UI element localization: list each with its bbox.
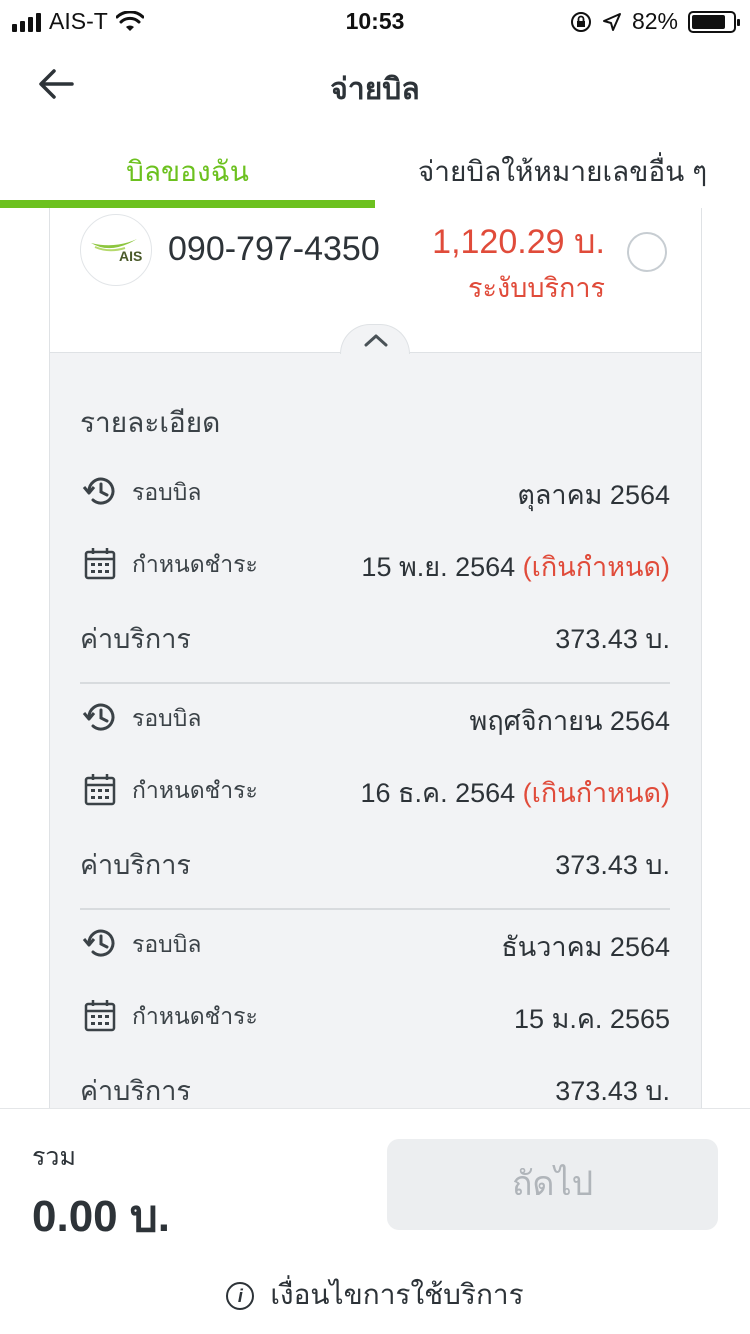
history-icon [82,703,115,731]
details-title: รายละเอียด [80,407,221,438]
location-icon [602,12,621,31]
phone-number: 090-797-4350 [168,230,380,268]
due-date-row: กำหนดชำระ 15 ม.ค. 2565 [80,995,670,1035]
payment-footer: รวม 0.00 บ. ถัดไป i เงื่อนไขการใช้บริการ [0,1108,750,1334]
rotation-lock-icon [570,11,591,32]
divider [80,682,670,684]
ais-logo: AIS [80,214,152,286]
overdue-label: (เกินกำหนด) [522,778,670,808]
due-date-label: กำหนดชำระ [132,1003,258,1029]
service-fee-row: ค่าบริการ 373.43 บ. [80,841,670,881]
battery-icon [688,10,740,33]
due-date-label: กำหนดชำระ [132,777,258,803]
info-icon: i [226,1282,255,1310]
service-fee-label: ค่าบริการ [80,624,191,654]
service-fee-value: 373.43 บ. [555,850,670,880]
bill-cycle-row: รอบบิล พฤศจิกายน 2564 [80,697,670,737]
due-date-row: กำหนดชำระ 16 ธ.ค. 2564 (เกินกำหนด) [80,769,670,809]
service-fee-value: 373.43 บ. [555,624,670,654]
battery-percent: 82% [631,8,678,34]
due-date-label: กำหนดชำระ [132,551,258,577]
nav-header: จ่ายบิล [0,40,750,128]
tab-bar: บิลของฉัน จ่ายบิลให้หมายเลขอื่น ๆ [0,128,750,208]
tab-pay-other-numbers[interactable]: จ่ายบิลให้หมายเลขอื่น ๆ [375,128,750,208]
svg-text:AIS: AIS [119,248,142,264]
calendar-icon [84,548,116,580]
bill-cycle-row: รอบบิล ตุลาคม 2564 [80,471,670,511]
bill-cycle-label: รอบบิล [132,705,202,731]
calendar-icon [84,1000,116,1032]
history-icon [82,929,115,957]
bill-list[interactable]: AIS 090-797-4350 1,120.29 บ. ระงับบริการ… [0,208,750,1108]
terms-link[interactable]: i เงื่อนไขการใช้บริการ [0,1273,750,1317]
next-button[interactable]: ถัดไป [387,1139,718,1230]
select-bill-radio[interactable] [627,232,667,272]
service-fee-label: ค่าบริการ [80,850,191,880]
bill-cycle-value: ตุลาคม 2564 [517,480,670,510]
status-right: 82% [570,8,740,35]
due-date-value: 15 ม.ค. 2565 [514,1004,670,1034]
service-fee-label: ค่าบริการ [80,1076,191,1106]
due-date-row: กำหนดชำระ 15 พ.ย. 2564 (เกินกำหนด) [80,543,670,583]
bill-amount: 1,120.29 บ. [432,223,605,261]
due-date-value: 16 ธ.ค. 2564 (เกินกำหนด) [360,778,671,808]
bill-cycle-label: รอบบิล [132,479,202,505]
bill-details: รายละเอียด รอบบิล ตุลาคม 2564 กำหนดชำระ [50,324,701,1108]
terms-label: เงื่อนไขการใช้บริการ [270,1279,524,1310]
bill-cycle-row: รอบบิล ธันวาคม 2564 [80,923,670,963]
status-bar: AIS-T 10:53 82% [0,0,750,40]
chevron-up-icon [364,334,388,347]
divider [80,908,670,910]
service-fee-row: ค่าบริการ 373.43 บ. [80,615,670,655]
total-label: รวม [32,1143,76,1171]
bill-card: AIS 090-797-4350 1,120.29 บ. ระงับบริการ… [49,208,702,1108]
calendar-icon [84,774,116,806]
bill-cycle-value: ธันวาคม 2564 [501,932,670,962]
total-amount: 0.00 บ. [32,1192,171,1241]
bill-cycle-value: พฤศจิกายน 2564 [469,706,670,736]
overdue-label: (เกินกำหนด) [522,552,670,582]
service-fee-value: 373.43 บ. [555,1076,670,1106]
bill-cycle-label: รอบบิล [132,931,202,957]
page-title: จ่ายบิล [330,73,420,106]
service-fee-row: ค่าบริการ 373.43 บ. [80,1067,670,1107]
history-icon [82,477,115,505]
tab-my-bills[interactable]: บิลของฉัน [0,128,375,208]
service-status: ระงับบริการ [468,273,605,303]
due-date-value: 15 พ.ย. 2564 (เกินกำหนด) [361,552,670,582]
